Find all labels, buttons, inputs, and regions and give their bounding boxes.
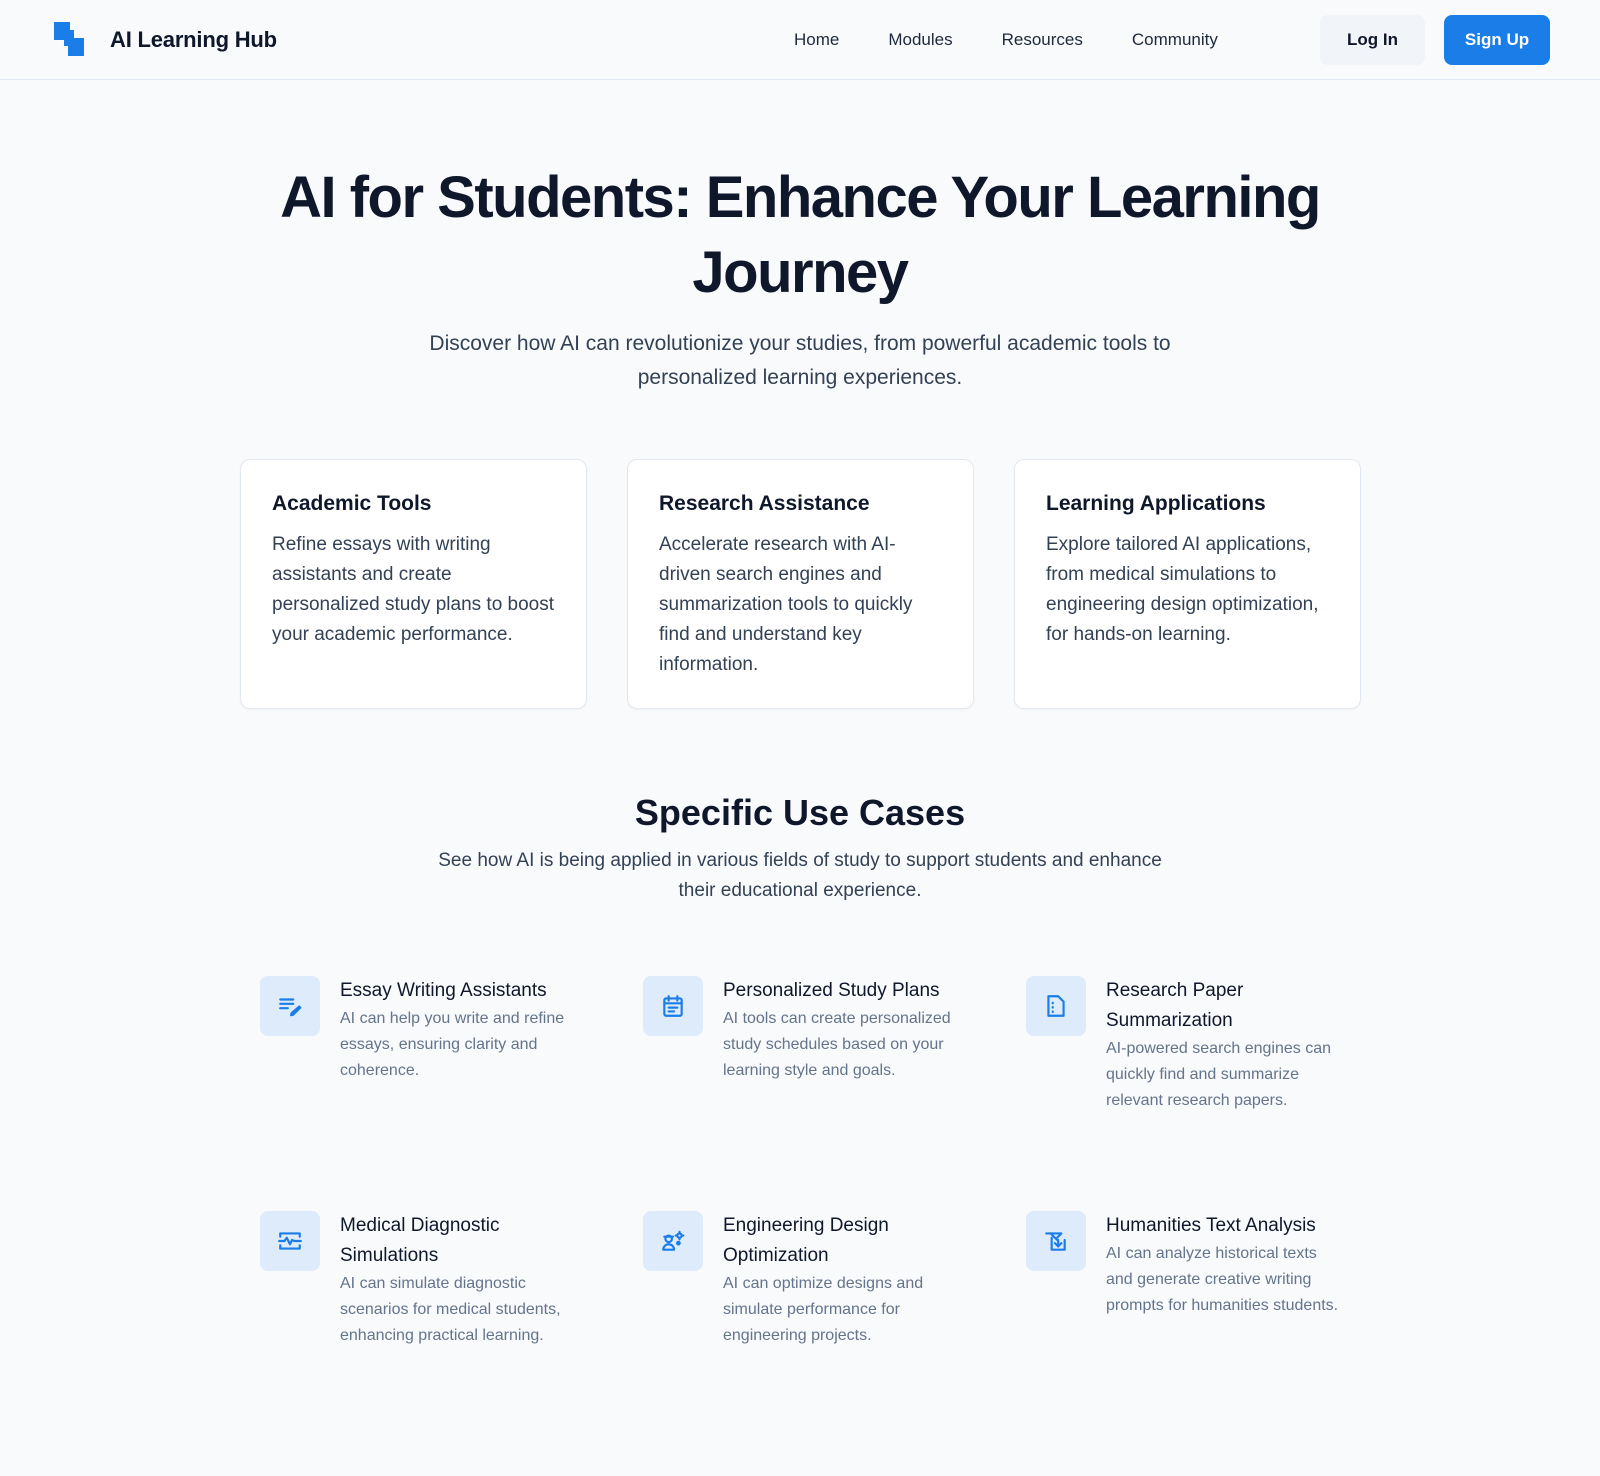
card-text: Accelerate research with AI-driven searc… bbox=[659, 534, 913, 675]
brand[interactable]: AI Learning Hub bbox=[54, 22, 277, 58]
use-case-paper-summarization: Research Paper Summarization AI-powered … bbox=[1026, 976, 1340, 1211]
nav-modules[interactable]: Modules bbox=[888, 30, 952, 50]
use-case-text: AI can simulate diagnostic scenarios for… bbox=[340, 1275, 561, 1344]
nav-home[interactable]: Home bbox=[794, 30, 839, 50]
history-edu-icon bbox=[1026, 1211, 1086, 1271]
card-research-assistance: Research Assistance Accelerate research … bbox=[627, 459, 974, 709]
use-case-title: Humanities Text Analysis bbox=[1106, 1215, 1316, 1236]
signup-button[interactable]: Sign Up bbox=[1444, 15, 1550, 65]
use-case-title: Engineering Design Optimization bbox=[723, 1215, 889, 1266]
nav-resources[interactable]: Resources bbox=[1002, 30, 1083, 50]
use-cases-title: Specific Use Cases bbox=[634, 792, 966, 833]
use-case-medical-simulations: Medical Diagnostic Simulations AI can si… bbox=[260, 1211, 643, 1446]
monitor-heart-icon bbox=[260, 1211, 320, 1271]
use-case-study-plans: Personalized Study Plans AI tools can cr… bbox=[643, 976, 1026, 1211]
page-subtitle: Discover how AI can revolutionize your s… bbox=[429, 332, 1171, 389]
use-case-text: AI can analyze historical texts and gene… bbox=[1106, 1245, 1339, 1314]
brand-name: AI Learning Hub bbox=[110, 27, 277, 52]
nav-community[interactable]: Community bbox=[1132, 30, 1218, 50]
use-cases-grid: Essay Writing Assistants AI can help you… bbox=[260, 976, 1340, 1446]
use-case-title: Medical Diagnostic Simulations bbox=[340, 1215, 500, 1266]
use-case-title: Research Paper Summarization bbox=[1106, 980, 1244, 1031]
edit-note-icon bbox=[260, 976, 320, 1036]
card-academic-tools: Academic Tools Refine essays with writin… bbox=[240, 459, 587, 709]
page-title: AI for Students: Enhance Your Learning J… bbox=[280, 165, 1321, 305]
card-learning-applications: Learning Applications Explore tailored A… bbox=[1014, 459, 1361, 709]
site-header: AI Learning Hub Home Modules Resources C… bbox=[0, 0, 1600, 80]
card-title: Learning Applications bbox=[1046, 492, 1266, 515]
use-case-title: Personalized Study Plans bbox=[723, 980, 940, 1001]
main-nav: Home Modules Resources Community bbox=[794, 0, 1218, 80]
use-cases-subtitle: See how AI is being applied in various f… bbox=[438, 850, 1162, 901]
logo-icon bbox=[54, 22, 86, 58]
use-case-title: Essay Writing Assistants bbox=[340, 980, 547, 1001]
feature-cards: Academic Tools Refine essays with writin… bbox=[240, 459, 1361, 709]
card-text: Refine essays with writing assistants an… bbox=[272, 534, 555, 645]
use-case-text: AI tools can create personalized study s… bbox=[723, 1010, 951, 1079]
use-case-text: AI can help you write and refine essays,… bbox=[340, 1010, 565, 1079]
card-title: Academic Tools bbox=[272, 492, 432, 515]
use-case-essay-writing: Essay Writing Assistants AI can help you… bbox=[260, 976, 643, 1211]
document-icon bbox=[1026, 976, 1086, 1036]
card-title: Research Assistance bbox=[659, 492, 870, 515]
engineering-icon bbox=[643, 1211, 703, 1271]
calendar-icon bbox=[643, 976, 703, 1036]
use-case-humanities-analysis: Humanities Text Analysis AI can analyze … bbox=[1026, 1211, 1340, 1446]
card-text: Explore tailored AI applications, from m… bbox=[1046, 534, 1319, 645]
use-case-text: AI can optimize designs and simulate per… bbox=[723, 1275, 924, 1344]
use-case-engineering-design: Engineering Design Optimization AI can o… bbox=[643, 1211, 1026, 1446]
use-case-text: AI-powered search engines can quickly fi… bbox=[1106, 1040, 1332, 1109]
login-button[interactable]: Log In bbox=[1320, 15, 1425, 65]
